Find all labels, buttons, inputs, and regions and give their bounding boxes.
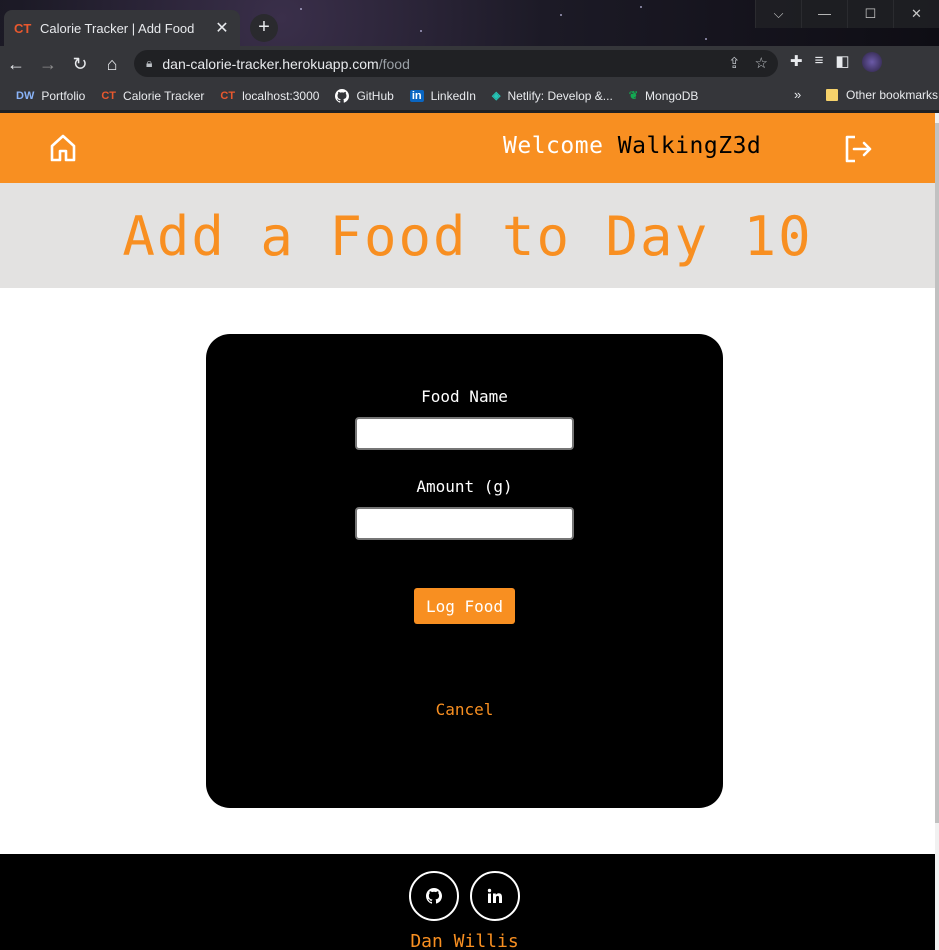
- add-food-form: Food Name Amount (g) Log Food Cancel: [206, 334, 723, 808]
- food-name-input[interactable]: [355, 417, 574, 450]
- bookmark-netlify[interactable]: ◈ Netlify: Develop &...: [484, 89, 621, 103]
- window-controls: ⌵ — ☐ ✕: [755, 0, 939, 28]
- bookmark-label: MongoDB: [645, 88, 699, 103]
- bookmark-calorie-tracker[interactable]: CT Calorie Tracker: [93, 89, 212, 103]
- amount-input[interactable]: [355, 507, 574, 540]
- netlify-icon: ◈: [491, 90, 501, 102]
- dw-icon: DW: [16, 89, 35, 102]
- bookmark-label: Portfolio: [41, 88, 86, 103]
- reload-button[interactable]: ↻: [64, 48, 96, 80]
- page-header: Add a Food to Day 10: [0, 183, 935, 288]
- scrollbar-thumb[interactable]: [935, 123, 939, 823]
- page-footer: Dan Willis: [0, 854, 935, 950]
- linkedin-icon: [487, 888, 502, 903]
- bookmark-portfolio[interactable]: DW Portfolio: [8, 89, 93, 103]
- folder-icon: [826, 89, 838, 101]
- address-url[interactable]: dan-calorie-tracker.herokuapp.com/food: [162, 56, 409, 72]
- home-icon[interactable]: [48, 133, 78, 163]
- lock-icon: 🔒︎: [146, 56, 153, 70]
- tab-title: Calorie Tracker | Add Food: [40, 20, 195, 36]
- ct-icon: CT: [101, 89, 117, 102]
- url-path: /food: [378, 55, 410, 72]
- browser-tab-active[interactable]: CT Calorie Tracker | Add Food ✕: [4, 10, 240, 46]
- new-tab-button[interactable]: +: [250, 14, 278, 42]
- bookmark-label: Netlify: Develop &...: [507, 88, 613, 103]
- close-tab-icon[interactable]: ✕: [214, 18, 230, 38]
- bookmark-linkedin[interactable]: in LinkedIn: [402, 89, 484, 103]
- minimize-button[interactable]: —: [801, 0, 847, 28]
- bookmark-localhost[interactable]: CT localhost:3000: [212, 89, 327, 103]
- log-food-button[interactable]: Log Food: [414, 588, 515, 624]
- bookmarks-bar: DW Portfolio CT Calorie Tracker CT local…: [0, 81, 939, 111]
- toolbar-actions: ✚ ≡ ◧: [790, 52, 882, 72]
- page-scrollbar[interactable]: [935, 113, 939, 950]
- linkedin-link[interactable]: [470, 871, 520, 921]
- tab-favicon: CT: [14, 20, 32, 36]
- cancel-link[interactable]: Cancel: [206, 700, 723, 719]
- ct-icon: CT: [220, 89, 236, 102]
- mongodb-icon: ❦: [628, 90, 639, 102]
- background-star: [300, 8, 302, 10]
- background-star: [705, 38, 707, 40]
- tab-search-icon[interactable]: ⌵: [755, 0, 801, 28]
- extensions-icon[interactable]: ✚: [790, 52, 803, 72]
- maximize-button[interactable]: ☐: [847, 0, 893, 28]
- page-title: Add a Food to Day 10: [122, 205, 813, 268]
- bookmark-github[interactable]: GitHub: [327, 88, 401, 103]
- profile-avatar[interactable]: [861, 52, 882, 72]
- linkedin-icon: in: [409, 89, 424, 102]
- other-bookmarks-label: Other bookmarks: [846, 88, 939, 102]
- background-star: [560, 14, 562, 16]
- background-star: [640, 6, 642, 8]
- bookmark-star-icon[interactable]: ☆: [755, 54, 768, 72]
- bookmark-label: GitHub: [356, 88, 394, 103]
- bookmark-label: LinkedIn: [430, 88, 476, 103]
- welcome-text: Welcome: [503, 133, 604, 159]
- share-icon[interactable]: ⇪: [728, 54, 741, 72]
- username: WalkingZ3d: [617, 133, 762, 159]
- url-host: dan-calorie-tracker.herokuapp.com: [162, 55, 379, 72]
- more-bookmarks-button[interactable]: »: [794, 87, 801, 102]
- browser-tab-strip: CT Calorie Tracker | Add Food ✕ + ⌵ — ☐ …: [0, 0, 939, 46]
- back-button[interactable]: ←: [0, 48, 32, 80]
- side-panel-icon[interactable]: ◧: [835, 52, 849, 72]
- close-window-button[interactable]: ✕: [893, 0, 939, 28]
- bookmark-label: localhost:3000: [242, 88, 320, 103]
- github-icon: [426, 888, 442, 904]
- bookmark-mongodb[interactable]: ❦ MongoDB: [621, 89, 707, 103]
- address-bar[interactable]: 🔒︎ dan-calorie-tracker.herokuapp.com/foo…: [134, 50, 778, 77]
- other-bookmarks-folder[interactable]: Other bookmarks: [826, 88, 938, 102]
- background-star: [420, 30, 422, 32]
- app-navbar: Welcome WalkingZ3d: [0, 113, 935, 183]
- forward-button[interactable]: →: [32, 48, 64, 80]
- food-name-label: Food Name: [421, 387, 508, 406]
- web-page: Welcome WalkingZ3d Add a Food to Day 10 …: [0, 113, 935, 950]
- logout-icon[interactable]: [842, 133, 874, 165]
- footer-author: Dan Willis: [410, 931, 519, 950]
- welcome-message: Welcome WalkingZ3d: [503, 133, 761, 159]
- reading-list-icon[interactable]: ≡: [815, 52, 824, 72]
- home-button[interactable]: ⌂: [96, 48, 128, 80]
- github-icon: [335, 88, 350, 103]
- browser-toolbar: ← → ↻ ⌂ 🔒︎ dan-calorie-tracker.herokuapp…: [0, 46, 939, 81]
- bookmark-label: Calorie Tracker: [123, 88, 205, 103]
- github-link[interactable]: [409, 871, 459, 921]
- amount-label: Amount (g): [416, 477, 513, 496]
